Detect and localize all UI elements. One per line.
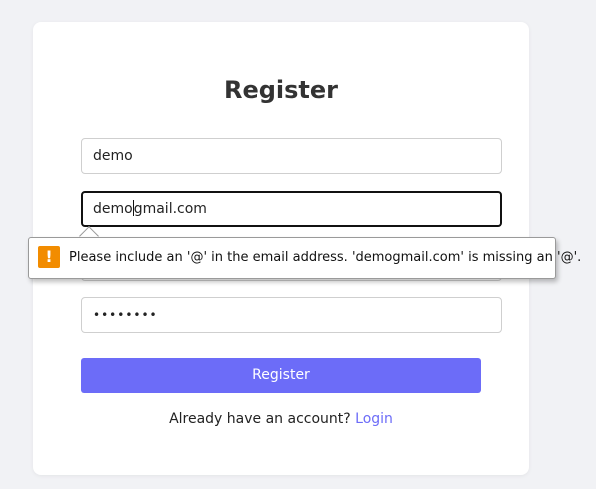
email-value-end: gmail.com: [133, 201, 207, 217]
validation-message: Please include an '@' in the email addre…: [69, 250, 582, 265]
warning-icon: !: [38, 246, 60, 268]
login-prompt-text: Already have an account?: [169, 411, 351, 427]
email-field[interactable]: demogmail.com: [81, 191, 502, 227]
validation-tooltip: ! Please include an '@' in the email add…: [28, 237, 581, 279]
username-field[interactable]: demo: [81, 138, 502, 174]
page-title: Register: [223, 76, 339, 104]
confirm-password-value: ••••••••: [93, 308, 158, 322]
login-prompt: Already have an account? Login: [0, 411, 562, 427]
username-value: demo: [93, 148, 133, 164]
login-link[interactable]: Login: [355, 411, 393, 427]
register-button[interactable]: Register: [81, 358, 481, 393]
page: Register demo demogmail.com •••••••• Reg…: [0, 0, 596, 489]
confirm-password-field[interactable]: ••••••••: [81, 297, 502, 333]
email-value-start: demo: [93, 201, 133, 217]
